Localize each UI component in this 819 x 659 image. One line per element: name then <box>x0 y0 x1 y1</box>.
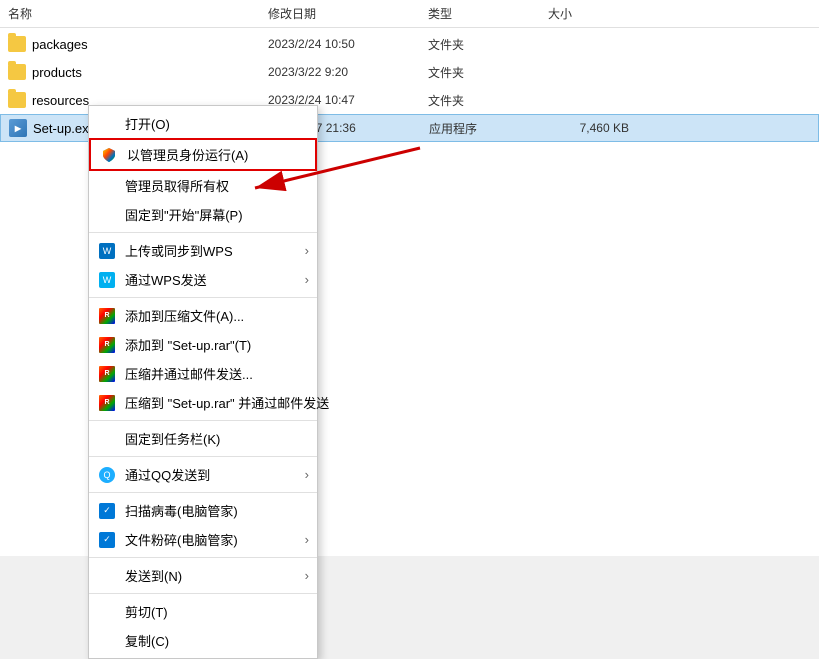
menu-item-run-as-admin[interactable]: 以管理员身份运行(A) <box>89 138 317 171</box>
file-name-cell: products <box>8 64 268 80</box>
menu-item-label: 剪切(T) <box>125 602 168 621</box>
menu-separator <box>89 297 317 298</box>
menu-separator <box>89 456 317 457</box>
table-row[interactable]: packages 2023/2/24 10:50 文件夹 <box>0 30 819 58</box>
menu-item-compress-rar-email[interactable]: R 压缩到 "Set-up.rar" 并通过邮件发送 <box>89 388 317 417</box>
menu-item-shred-file[interactable]: ✓ 文件粉碎(电脑管家) › <box>89 525 317 554</box>
column-headers: 名称 修改日期 类型 大小 <box>0 0 819 28</box>
menu-item-label: 通过QQ发送到 <box>125 465 210 484</box>
compress-icon: R <box>97 335 117 355</box>
menu-item-wps-upload[interactable]: W 上传或同步到WPS › <box>89 236 317 265</box>
file-label: products <box>32 65 82 80</box>
col-size-header[interactable]: 大小 <box>548 5 648 22</box>
col-name-header[interactable]: 名称 <box>8 5 268 22</box>
menu-item-label: 添加到压缩文件(A)... <box>125 306 244 325</box>
folder-icon <box>8 64 26 80</box>
menu-item-send-to[interactable]: 发送到(N) › <box>89 561 317 590</box>
menu-item-copy[interactable]: 复制(C) <box>89 626 317 655</box>
menu-item-label: 文件粉碎(电脑管家) <box>125 530 238 549</box>
menu-item-label: 扫描病毒(电脑管家) <box>125 501 238 520</box>
file-label: Set-up.exe <box>33 121 96 136</box>
submenu-arrow-icon: › <box>305 568 309 583</box>
file-type-cell: 文件夹 <box>428 64 548 81</box>
compress-icon: R <box>97 393 117 413</box>
compress-icon: R <box>97 306 117 326</box>
file-date-cell: 2023/3/22 9:20 <box>268 65 428 79</box>
menu-item-label: 固定到"开始"屏幕(P) <box>125 205 243 224</box>
submenu-arrow-icon: › <box>305 272 309 287</box>
submenu-arrow-icon: › <box>305 532 309 547</box>
file-name-cell: packages <box>8 36 268 52</box>
file-type-cell: 应用程序 <box>429 120 549 137</box>
menu-separator <box>89 557 317 558</box>
submenu-arrow-icon: › <box>305 467 309 482</box>
menu-item-label: 压缩并通过邮件发送... <box>125 364 253 383</box>
menu-item-label: 添加到 "Set-up.rar"(T) <box>125 335 251 354</box>
compress-icon: R <box>97 364 117 384</box>
file-size-cell: 7,460 KB <box>549 121 649 135</box>
menu-item-admin-own[interactable]: 管理员取得所有权 <box>89 171 317 200</box>
menu-item-label: 固定到任务栏(K) <box>125 429 220 448</box>
file-type-cell: 文件夹 <box>428 92 548 109</box>
menu-item-label: 通过WPS发送 <box>125 270 207 289</box>
col-date-header[interactable]: 修改日期 <box>268 5 428 22</box>
menu-item-wps-send[interactable]: W 通过WPS发送 › <box>89 265 317 294</box>
menu-item-label: 复制(C) <box>125 631 169 650</box>
folder-icon <box>8 92 26 108</box>
menu-item-compress-rar[interactable]: R 添加到 "Set-up.rar"(T) <box>89 330 317 359</box>
wps-upload-icon: W <box>97 241 117 261</box>
menu-item-pin-taskbar[interactable]: 固定到任务栏(K) <box>89 424 317 453</box>
pcmgr-icon: ✓ <box>97 501 117 521</box>
menu-separator <box>89 232 317 233</box>
menu-item-cut[interactable]: 剪切(T) <box>89 597 317 626</box>
file-label: packages <box>32 37 88 52</box>
menu-item-compress-add[interactable]: R 添加到压缩文件(A)... <box>89 301 317 330</box>
qq-icon: Q <box>97 465 117 485</box>
file-date-cell: 2023/2/24 10:50 <box>268 37 428 51</box>
submenu-arrow-icon: › <box>305 243 309 258</box>
menu-separator <box>89 593 317 594</box>
file-explorer: 名称 修改日期 类型 大小 packages 2023/2/24 10:50 文… <box>0 0 819 556</box>
file-type-cell: 文件夹 <box>428 36 548 53</box>
menu-item-qq-send[interactable]: Q 通过QQ发送到 › <box>89 460 317 489</box>
menu-item-label: 发送到(N) <box>125 566 182 585</box>
shield-icon <box>99 145 119 165</box>
menu-item-scan-virus[interactable]: ✓ 扫描病毒(电脑管家) <box>89 496 317 525</box>
file-label: resources <box>32 93 89 108</box>
exe-icon: ▶ <box>9 119 27 137</box>
menu-item-label: 打开(O) <box>125 114 170 133</box>
context-menu: 打开(O) 以管理员身份运行(A <box>88 105 318 659</box>
menu-item-compress-email[interactable]: R 压缩并通过邮件发送... <box>89 359 317 388</box>
menu-item-label: 以管理员身份运行(A) <box>127 145 248 164</box>
menu-item-open[interactable]: 打开(O) <box>89 109 317 138</box>
pcmgr-icon: ✓ <box>97 530 117 550</box>
menu-item-label: 压缩到 "Set-up.rar" 并通过邮件发送 <box>125 393 329 412</box>
folder-icon <box>8 36 26 52</box>
menu-separator <box>89 420 317 421</box>
menu-item-label: 管理员取得所有权 <box>125 176 229 195</box>
menu-item-label: 上传或同步到WPS <box>125 241 233 260</box>
col-type-header[interactable]: 类型 <box>428 5 548 22</box>
table-row[interactable]: products 2023/3/22 9:20 文件夹 <box>0 58 819 86</box>
wps-send-icon: W <box>97 270 117 290</box>
menu-separator <box>89 492 317 493</box>
menu-item-pin-start[interactable]: 固定到"开始"屏幕(P) <box>89 200 317 229</box>
